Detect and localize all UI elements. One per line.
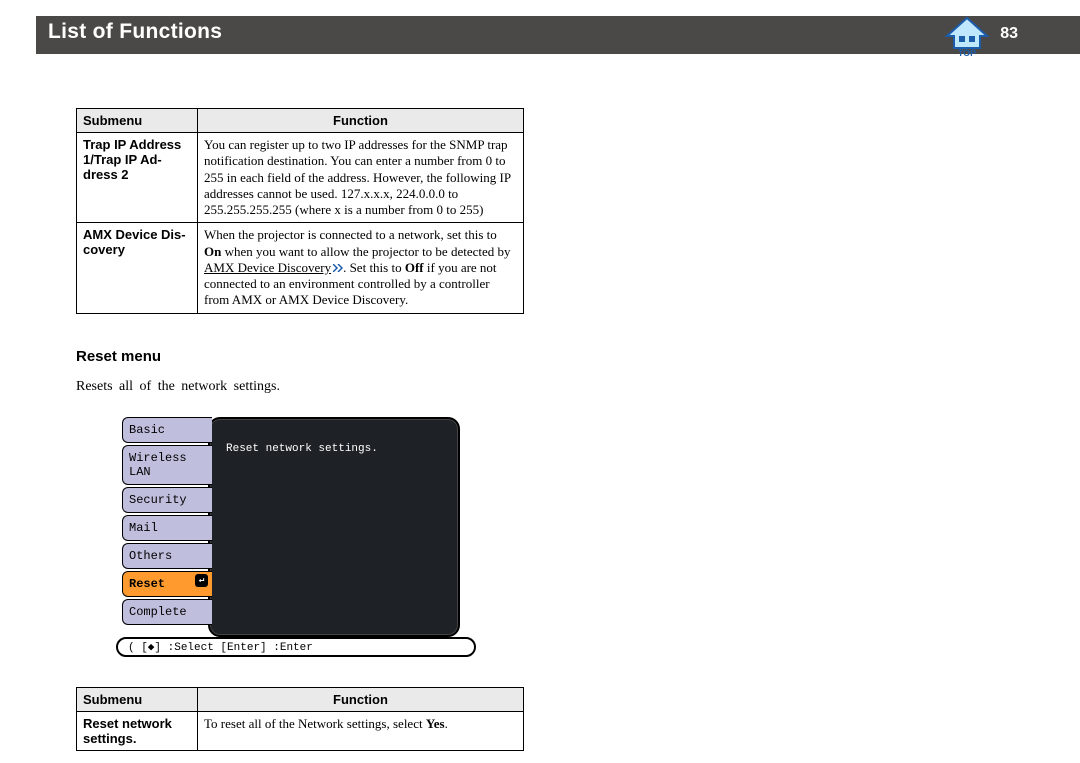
link-arrow-icon xyxy=(333,260,343,276)
submenu-cell: Trap IP Address 1/Trap IP Ad-dress 2 xyxy=(77,133,198,223)
reset-table: Submenu Function Reset network settings.… xyxy=(76,687,524,751)
section-body: Resets all of the network settings. xyxy=(76,379,524,395)
text: . Set this to xyxy=(343,260,405,275)
table-row: Trap IP Address 1/Trap IP Ad-dress 2 You… xyxy=(77,133,524,223)
osd-tab-security[interactable]: Security xyxy=(122,487,212,513)
osd-panel-message: Reset network settings. xyxy=(226,443,378,455)
section-heading: Reset menu xyxy=(76,348,524,365)
osd-tabs: Basic Wireless LAN Security Mail Others … xyxy=(122,417,212,625)
table-header-submenu: Submenu xyxy=(77,109,198,133)
osd-menu-screenshot: Reset network settings. Basic Wireless L… xyxy=(122,417,462,657)
osd-tab-basic[interactable]: Basic xyxy=(122,417,212,443)
table-row: AMX Device Dis-covery When the projector… xyxy=(77,223,524,313)
text: When the projector is connected to a net… xyxy=(204,227,497,242)
page-number: 83 xyxy=(1000,25,1018,43)
text: To reset all of the Network settings, se… xyxy=(204,716,426,731)
top-icon-label: TOP xyxy=(958,48,976,58)
top-icon[interactable]: TOP xyxy=(944,10,990,58)
text: . xyxy=(445,716,448,731)
osd-help-bar: ( [◆] :Select [Enter] :Enter xyxy=(116,637,476,657)
table-row: Reset network settings. To reset all of … xyxy=(77,711,524,750)
bold-yes: Yes xyxy=(426,716,445,731)
table-header-function: Function xyxy=(198,109,524,133)
function-cell: When the projector is connected to a net… xyxy=(198,223,524,313)
osd-panel: Reset network settings. xyxy=(208,417,460,637)
enter-icon: ↵ xyxy=(195,574,208,587)
osd-tab-reset[interactable]: Reset ↵ xyxy=(122,571,212,597)
bold-on: On xyxy=(204,244,221,259)
osd-tab-complete[interactable]: Complete xyxy=(122,599,212,625)
submenu-cell: Reset network settings. xyxy=(77,711,198,750)
amx-device-discovery-link[interactable]: AMX Device Discovery xyxy=(204,260,331,275)
submenu-cell: AMX Device Dis-covery xyxy=(77,223,198,313)
osd-tab-others[interactable]: Others xyxy=(122,543,212,569)
table-header-submenu: Submenu xyxy=(77,687,198,711)
function-cell: To reset all of the Network settings, se… xyxy=(198,711,524,750)
osd-tab-label: Reset xyxy=(129,577,165,591)
osd-tab-mail[interactable]: Mail xyxy=(122,515,212,541)
table-header-function: Function xyxy=(198,687,524,711)
page-title: List of Functions xyxy=(48,20,222,44)
osd-tab-wireless-lan[interactable]: Wireless LAN xyxy=(122,445,212,485)
text: when you want to allow the projector to … xyxy=(221,244,510,259)
functions-table: Submenu Function Trap IP Address 1/Trap … xyxy=(76,108,524,314)
function-cell: You can register up to two IP addresses … xyxy=(198,133,524,223)
bold-off: Off xyxy=(405,260,424,275)
